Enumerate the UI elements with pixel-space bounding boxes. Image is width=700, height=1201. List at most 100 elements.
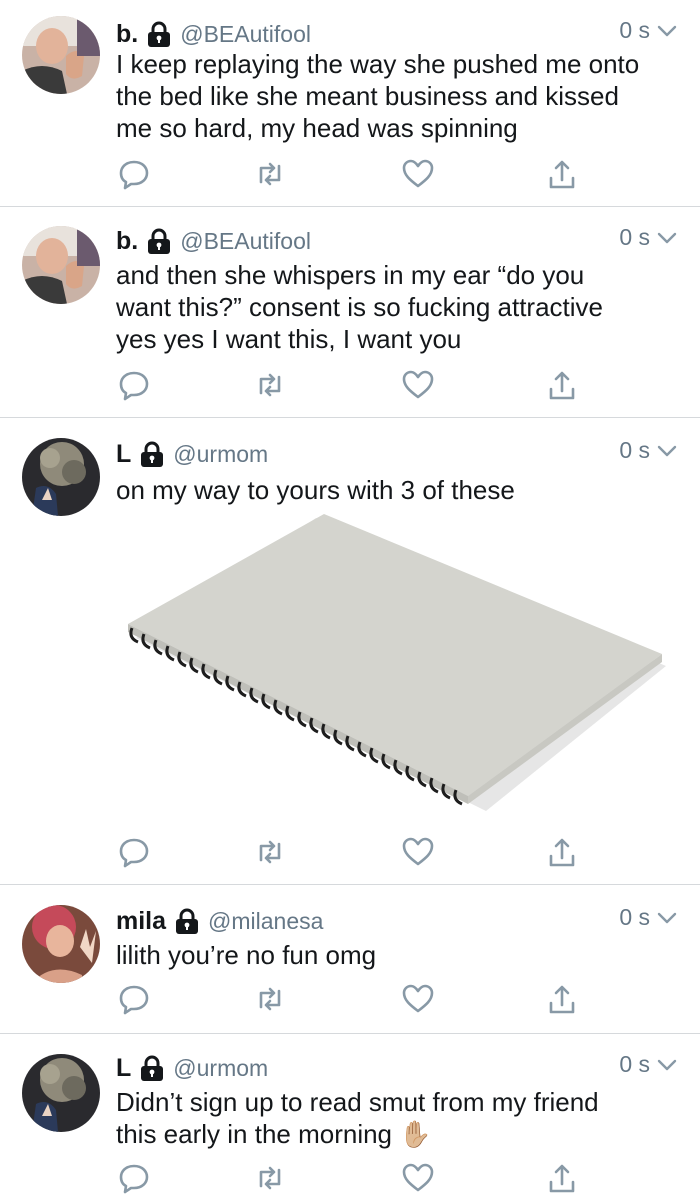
reply-icon [119, 371, 149, 401]
share-icon [549, 985, 575, 1014]
retweet-icon [259, 987, 281, 1011]
avatar[interactable] [22, 438, 100, 516]
text-line: I keep replaying the way she pushed me o… [116, 49, 640, 79]
tweet-5[interactable]: L @urmom 0 s Didn’t sign up to read smut… [0, 1034, 700, 1200]
like-icon [402, 837, 434, 866]
lock-icon [148, 228, 171, 254]
lock-icon [141, 1055, 164, 1081]
chevron-down-icon[interactable] [656, 1054, 678, 1076]
like-button[interactable] [400, 1160, 436, 1196]
chevron-down-icon[interactable] [656, 227, 678, 249]
display-name[interactable]: L [116, 1054, 131, 1083]
tweet-header: b. @BEAutifool [116, 17, 311, 51]
user-handle[interactable]: @milanesa [208, 908, 323, 935]
tweet-text: on my way to yours with 3 of these [116, 474, 676, 506]
retweet-icon [259, 1166, 281, 1190]
display-name[interactable]: mila [116, 907, 166, 936]
share-button[interactable] [544, 981, 580, 1017]
reply-button[interactable] [116, 1160, 152, 1196]
tweet-header: b. @BEAutifool [116, 224, 311, 258]
avatar[interactable] [22, 226, 100, 304]
like-icon [402, 984, 434, 1013]
display-name[interactable]: b. [116, 227, 138, 256]
text-line: Didn’t sign up to read smut from my frie… [116, 1087, 599, 1117]
like-button[interactable] [400, 367, 436, 403]
like-button[interactable] [400, 981, 436, 1017]
share-icon [549, 371, 575, 400]
text-line: want this?” consent is so fucking attrac… [116, 292, 604, 322]
user-handle[interactable]: @BEAutifool [180, 228, 311, 255]
tweet-header: mila @milanesa [116, 904, 323, 938]
share-button[interactable] [544, 367, 580, 403]
display-name[interactable]: L [116, 440, 131, 469]
timestamp[interactable]: 0 s [619, 904, 678, 931]
chevron-down-icon[interactable] [656, 20, 678, 42]
timestamp[interactable]: 0 s [619, 437, 678, 464]
text-line: this early in the morning ✋🏼 [116, 1118, 676, 1150]
like-button[interactable] [400, 834, 436, 870]
media-image[interactable] [116, 506, 676, 826]
tweet-actions [0, 367, 700, 407]
retweet-button[interactable] [252, 367, 288, 403]
retweet-icon [259, 373, 281, 397]
share-icon [549, 1164, 575, 1193]
retweet-button[interactable] [252, 981, 288, 1017]
lock-icon [176, 908, 199, 934]
share-button[interactable] [544, 156, 580, 192]
reply-button[interactable] [116, 367, 152, 403]
tweet-4[interactable]: mila @milanesa 0 s lilith you’re no fun … [0, 885, 700, 1033]
tweet-header: L @urmom [116, 1051, 268, 1085]
tweet-actions [0, 834, 700, 874]
display-name[interactable]: b. [116, 20, 138, 49]
chevron-down-icon[interactable] [656, 440, 678, 462]
avatar[interactable] [22, 1054, 100, 1132]
reply-button[interactable] [116, 981, 152, 1017]
retweet-button[interactable] [252, 834, 288, 870]
time-label: 0 s [619, 224, 650, 250]
share-icon [549, 160, 575, 189]
tweet-text: and then she whispers in my ear “do you … [116, 259, 676, 355]
retweet-button[interactable] [252, 156, 288, 192]
avatar[interactable] [22, 905, 100, 983]
timestamp[interactable]: 0 s [619, 1051, 678, 1078]
chevron-down-icon[interactable] [656, 907, 678, 929]
like-icon [402, 370, 434, 399]
retweet-button[interactable] [252, 1160, 288, 1196]
lock-icon [141, 441, 164, 467]
tweet-1[interactable]: b. @BEAutifool 0 s I keep replaying the … [0, 0, 700, 206]
like-icon [402, 159, 434, 188]
retweet-icon [259, 840, 281, 864]
reply-icon [119, 985, 149, 1015]
user-handle[interactable]: @urmom [173, 441, 268, 468]
raised-hand-emoji: ✋🏼 [399, 1119, 432, 1149]
share-icon [549, 838, 575, 867]
user-handle[interactable]: @BEAutifool [180, 21, 311, 48]
tweet-header: L @urmom [116, 437, 268, 471]
avatar[interactable] [22, 16, 100, 94]
time-label: 0 s [619, 904, 650, 930]
tweet-actions [0, 156, 700, 196]
timestamp[interactable]: 0 s [619, 224, 678, 251]
reply-icon [119, 160, 149, 190]
share-button[interactable] [544, 1160, 580, 1196]
text-line: me so hard, my head was spinning [116, 113, 518, 143]
reply-button[interactable] [116, 156, 152, 192]
tweet-2[interactable]: b. @BEAutifool 0 s and then she whispers… [0, 207, 700, 417]
tweet-actions [0, 981, 700, 1021]
tweet-text: lilith you’re no fun omg [116, 939, 676, 971]
text-line: on my way to yours with 3 of these [116, 475, 515, 505]
like-button[interactable] [400, 156, 436, 192]
reply-icon [119, 838, 149, 868]
time-label: 0 s [619, 437, 650, 463]
share-button[interactable] [544, 834, 580, 870]
time-label: 0 s [619, 1051, 650, 1077]
user-handle[interactable]: @urmom [173, 1055, 268, 1082]
tweet-text: Didn’t sign up to read smut from my frie… [116, 1086, 676, 1150]
text-line-part: this early in the morning [116, 1119, 393, 1149]
reply-button[interactable] [116, 834, 152, 870]
tweet-3[interactable]: L @urmom 0 s on my way to yours with 3 o… [0, 418, 700, 884]
text-line: lilith you’re no fun omg [116, 940, 377, 970]
lock-icon [148, 21, 171, 47]
timestamp[interactable]: 0 s [619, 17, 678, 44]
reply-icon [119, 1164, 149, 1194]
